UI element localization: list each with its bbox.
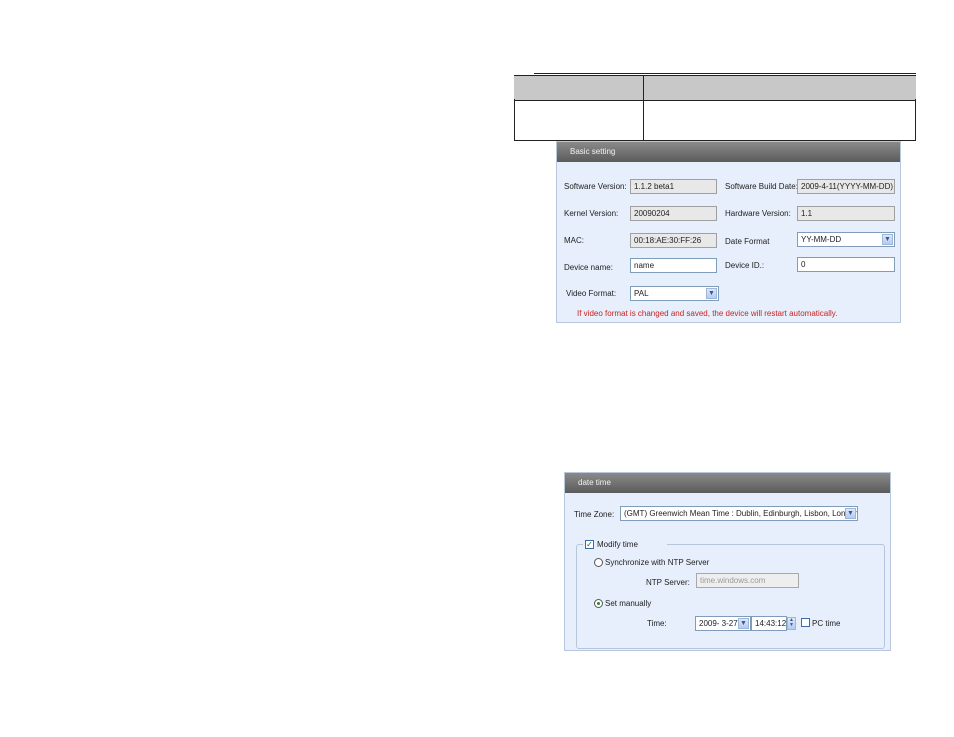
device-name-label: Device name: — [564, 263, 613, 272]
mac-field: 00:18:AE:30:FF:26 — [630, 233, 717, 248]
chevron-down-icon[interactable]: ▼ — [845, 508, 856, 519]
set-manually-radio[interactable] — [594, 599, 603, 608]
build-date-field: 2009-4-11(YYYY-MM-DD) — [797, 179, 895, 194]
chevron-down-icon[interactable]: ▼ — [882, 234, 893, 245]
document-table — [514, 73, 916, 141]
pc-time-checkbox[interactable] — [801, 618, 810, 627]
video-format-warning: If video format is changed and saved, th… — [577, 309, 838, 318]
table-top-rule — [534, 73, 916, 74]
mac-label: MAC: — [564, 236, 584, 245]
time-zone-value: (GMT) Greenwich Mean Time : Dublin, Edin… — [624, 509, 858, 518]
date-format-value: YY-MM-DD — [801, 235, 842, 244]
date-time-panel: date time Time Zone: (GMT) Greenwich Mea… — [564, 472, 891, 651]
table-left-border — [514, 99, 515, 141]
ntp-server-label: NTP Server: — [646, 578, 690, 587]
chevron-down-icon[interactable]: ▼ — [706, 288, 717, 299]
time-input[interactable]: 14:43:12 — [751, 616, 787, 631]
modify-time-checkbox[interactable]: ✓ — [585, 540, 594, 549]
ntp-server-input[interactable]: time.windows.com — [696, 573, 799, 588]
ntp-label: Synchronize with NTP Server — [605, 558, 710, 567]
date-format-select[interactable]: YY-MM-DD ▼ — [797, 232, 895, 247]
basic-setting-title: Basic setting — [557, 142, 900, 162]
chevron-down-icon[interactable]: ▼ — [738, 618, 749, 629]
hardware-version-label: Hardware Version: — [725, 209, 791, 218]
device-id-label: Device ID.: — [725, 261, 765, 270]
ntp-radio[interactable] — [594, 558, 603, 567]
build-date-label: Software Build Date: — [725, 182, 798, 191]
video-format-value: PAL — [634, 289, 649, 298]
hardware-version-field: 1.1 — [797, 206, 895, 221]
time-label: Time: — [647, 619, 667, 628]
device-name-input[interactable]: name — [630, 258, 717, 273]
table-header-row — [514, 75, 916, 101]
modify-time-label: Modify time — [597, 540, 638, 549]
pc-time-label: PC time — [812, 619, 841, 628]
date-value: 2009- 3-27 — [699, 619, 738, 628]
kernel-version-field: 20090204 — [630, 206, 717, 221]
device-id-input[interactable]: 0 — [797, 257, 895, 272]
date-picker[interactable]: 2009- 3-27 ▼ — [695, 616, 751, 631]
kernel-version-label: Kernel Version: — [564, 209, 619, 218]
software-version-label: Software Version: — [564, 182, 627, 191]
time-zone-select[interactable]: (GMT) Greenwich Mean Time : Dublin, Edin… — [620, 506, 858, 521]
time-zone-label: Time Zone: — [574, 510, 615, 519]
date-time-title: date time — [565, 473, 890, 493]
video-format-select[interactable]: PAL ▼ — [630, 286, 719, 301]
set-manually-label: Set manually — [605, 599, 652, 608]
table-right-border — [915, 99, 916, 141]
date-format-label: Date Format — [725, 237, 770, 246]
up-down-arrows-icon[interactable]: ▲ ▼ — [787, 617, 796, 630]
software-version-field: 1.1.2 beta1 — [630, 179, 717, 194]
video-format-label: Video Format: — [566, 289, 617, 298]
checkmark-icon: ✓ — [586, 540, 593, 549]
basic-setting-panel: Basic setting Software Version: 1.1.2 be… — [556, 141, 901, 323]
table-column-divider — [643, 75, 644, 141]
